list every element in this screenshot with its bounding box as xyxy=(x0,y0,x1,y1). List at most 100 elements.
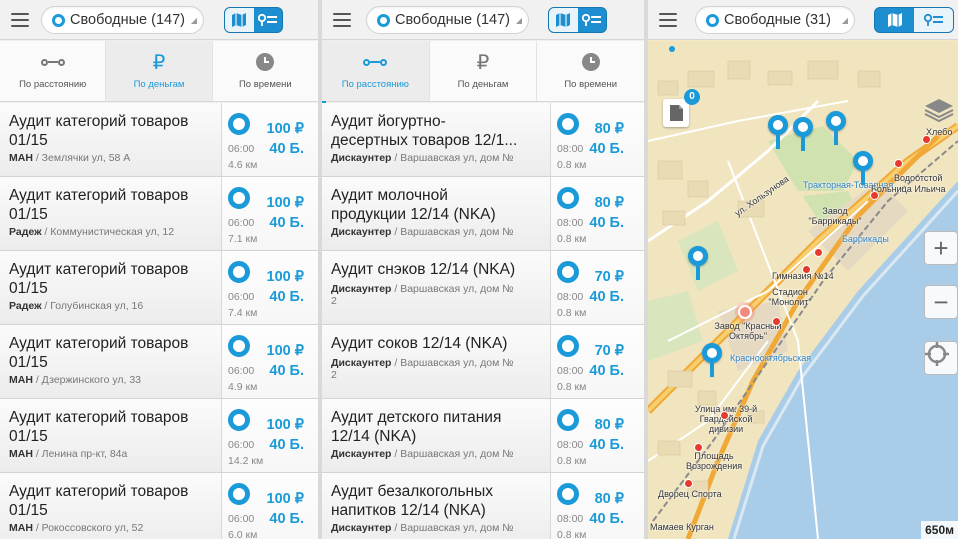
tab-sort-by-money[interactable]: ₽ По деньгам xyxy=(430,41,538,101)
task-price: 80 ₽ xyxy=(594,491,624,507)
map-view[interactable]: ул. Хользунова Тракторная-Товарная Завод… xyxy=(648,41,958,539)
status-filter-dropdown[interactable]: Свободные (147) ◢ xyxy=(366,6,529,34)
document-icon[interactable] xyxy=(663,99,689,127)
task-row[interactable]: Аудит категорий товаров 01/15 Радеж / Го… xyxy=(0,251,318,325)
locate-me-button[interactable] xyxy=(924,341,958,375)
task-distance: 0.8 км xyxy=(557,381,587,393)
view-toggle xyxy=(548,7,607,33)
metro-icon xyxy=(894,159,903,168)
task-pin-icon[interactable] xyxy=(826,111,846,145)
layers-icon[interactable] xyxy=(922,91,956,125)
list-view-button[interactable] xyxy=(914,8,953,32)
task-row[interactable]: Аудит безалкогольных напитков 12/14 (NKA… xyxy=(322,473,644,539)
task-row[interactable]: Аудит йогуртно- десертных товаров 12/1..… xyxy=(322,103,644,177)
menu-icon[interactable] xyxy=(659,13,677,27)
tab-sort-by-distance[interactable]: По расстоянию xyxy=(322,41,430,101)
status-filter-dropdown[interactable]: Свободные (31) ◢ xyxy=(695,6,855,34)
tab-sort-by-time[interactable]: По времени xyxy=(213,41,318,101)
metro-icon xyxy=(870,191,879,200)
task-time: 06:00 xyxy=(228,513,255,525)
tab-sort-by-distance[interactable]: По расстоянию xyxy=(0,41,107,101)
task-client: Дискаунтер xyxy=(331,283,392,295)
task-address: / Варшавская ул, дом № xyxy=(391,522,514,534)
task-time: 06:00 xyxy=(228,365,255,377)
tab-sort-by-money[interactable]: ₽ По деньгам xyxy=(106,41,213,101)
task-points: 40 Б. xyxy=(589,437,624,453)
task-row[interactable]: Аудит категорий товаров 01/15 МАН / Лени… xyxy=(0,399,318,473)
task-row[interactable]: Аудит категорий товаров 01/15 МАН / Дзер… xyxy=(0,325,318,399)
task-time: 06:00 xyxy=(228,143,255,155)
task-distance: 0.8 км xyxy=(557,455,587,467)
task-points: 40 Б. xyxy=(269,141,304,157)
map-label-stadium: Стадион "Монолит" xyxy=(768,287,812,307)
task-pin-icon[interactable] xyxy=(688,246,708,280)
task-title: Аудит категорий товаров xyxy=(9,335,189,352)
view-toggle xyxy=(224,7,283,33)
map-view-button[interactable] xyxy=(875,8,914,32)
task-list: Аудит категорий товаров 01/15 МАН / Земл… xyxy=(0,103,318,539)
task-distance: 0.8 км xyxy=(557,529,587,539)
map-view-button[interactable] xyxy=(549,8,578,32)
task-address: / Голубинская ул, 16 xyxy=(41,300,144,312)
map-label-palace: Дворец Спорта xyxy=(658,489,722,499)
task-time: 08:00 xyxy=(557,291,584,303)
task-title-line2: 01/15 xyxy=(9,280,48,297)
status-ring-icon xyxy=(228,409,250,431)
task-distance: 4.6 км xyxy=(228,159,258,171)
distance-icon xyxy=(40,58,65,66)
zoom-out-button[interactable]: − xyxy=(924,285,958,319)
task-row[interactable]: Аудит молочной продукции 12/14 (NKA) Дис… xyxy=(322,177,644,251)
task-row[interactable]: Аудит категорий товаров 01/15 МАН / Земл… xyxy=(0,103,318,177)
task-row[interactable]: Аудит категорий товаров 01/15 МАН / Роко… xyxy=(0,473,318,539)
task-pin-icon[interactable] xyxy=(702,343,722,377)
task-row[interactable]: Аудит соков 12/14 (NKA) Дискаунтер / Вар… xyxy=(322,325,644,399)
task-points: 40 Б. xyxy=(269,437,304,453)
list-view-button[interactable] xyxy=(253,8,282,32)
task-row[interactable]: Аудит категорий товаров 01/15 Радеж / Ко… xyxy=(0,177,318,251)
tab-label: По расстоянию xyxy=(341,79,409,90)
task-title: Аудит категорий товаров xyxy=(9,483,189,500)
task-pin-icon[interactable] xyxy=(853,151,873,185)
task-points: 40 Б. xyxy=(589,363,624,379)
map-view-button[interactable] xyxy=(225,8,254,32)
ruble-icon: ₽ xyxy=(476,51,490,74)
map-label-vodootstoy: Водоотстой xyxy=(894,173,943,183)
task-address: / Варшавская ул, дом № xyxy=(391,357,514,369)
map-icon xyxy=(556,13,571,27)
task-price: 100 ₽ xyxy=(266,417,304,433)
task-address: / Ленина пр-кт, 84а xyxy=(32,448,128,460)
app-screens: Свободные (147) ◢ По расстоянию ₽ По ден… xyxy=(0,0,958,539)
status-filter-dropdown[interactable]: Свободные (147) ◢ xyxy=(41,6,204,34)
task-pin-icon[interactable] xyxy=(793,117,813,151)
menu-icon[interactable] xyxy=(333,13,351,27)
task-title: Аудит соков 12/14 (NKA) xyxy=(331,335,508,352)
zoom-in-button[interactable]: + xyxy=(924,231,958,265)
map-label-mamaev: Мамаев Курган xyxy=(650,522,714,532)
crosshair-icon xyxy=(925,342,949,366)
menu-icon[interactable] xyxy=(11,13,29,27)
task-points: 40 Б. xyxy=(589,215,624,231)
list-pin-icon xyxy=(581,13,601,26)
metro-icon xyxy=(772,317,781,326)
metro-icon xyxy=(694,443,703,452)
list-view-button[interactable] xyxy=(577,8,606,32)
clock-icon xyxy=(581,53,600,71)
distance-icon xyxy=(363,58,388,66)
task-title: Аудит безалкогольных xyxy=(331,483,494,500)
task-row[interactable]: Аудит снэков 12/14 (NKA) Дискаунтер / Ва… xyxy=(322,251,644,325)
task-title-line2: 01/15 xyxy=(9,354,48,371)
task-pin-icon[interactable] xyxy=(768,115,788,149)
status-ring-icon xyxy=(557,335,579,357)
task-client: Дискаунтер xyxy=(331,448,392,460)
tab-sort-by-time[interactable]: По времени xyxy=(537,41,644,101)
map-icon xyxy=(232,13,247,27)
task-price: 70 ₽ xyxy=(594,343,624,359)
tab-label: По деньгам xyxy=(457,79,509,90)
task-distance: 0.8 км xyxy=(557,307,587,319)
metro-icon xyxy=(814,248,823,257)
task-distance: 7.1 км xyxy=(228,233,258,245)
task-row[interactable]: Аудит детского питания 12/14 (NKA) Диска… xyxy=(322,399,644,473)
task-price: 100 ₽ xyxy=(266,121,304,137)
task-client: МАН xyxy=(9,522,33,534)
task-client: Дискаунтер xyxy=(331,226,392,238)
